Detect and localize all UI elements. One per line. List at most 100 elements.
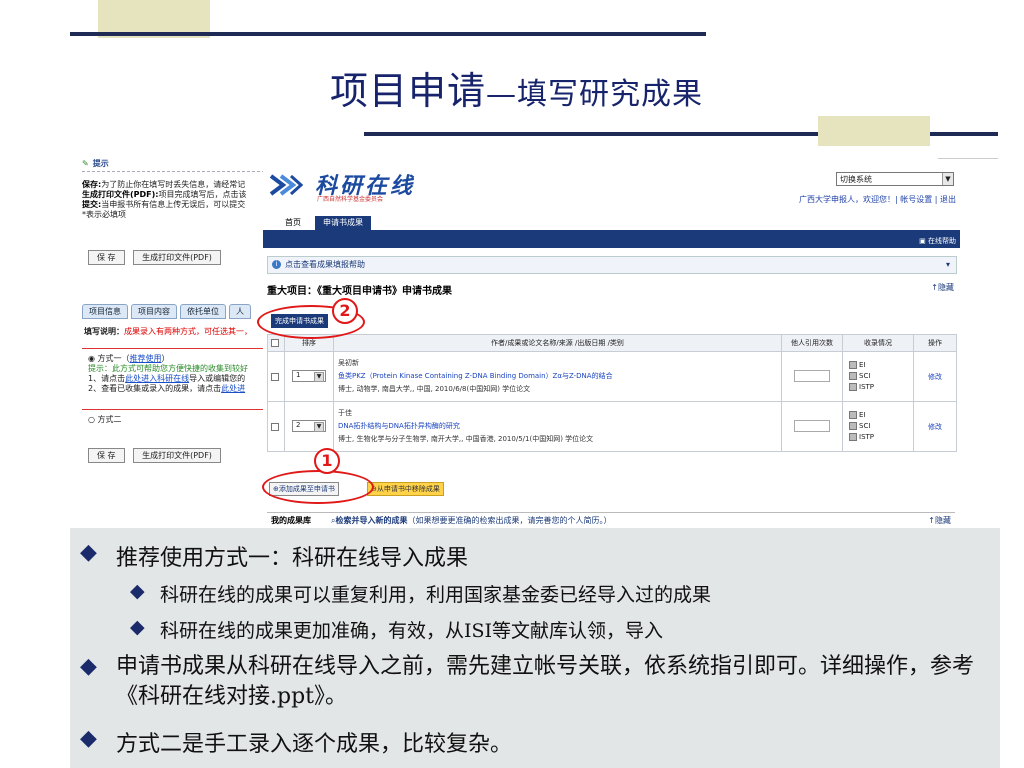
index-checkbox[interactable] xyxy=(849,422,857,430)
slide-title: 项目申请—填写研究成果 xyxy=(330,60,703,115)
index-checkbox[interactable] xyxy=(849,433,857,441)
tip-header: ✎ 提示 xyxy=(82,156,270,172)
diamond-icon: ◆ xyxy=(80,654,97,679)
tab-host-unit[interactable]: 依托单位 xyxy=(180,304,226,319)
header-title: 作者/成果或论文名称/来源 /出版日期 /类别 xyxy=(333,334,782,352)
deco-box-bottom-right xyxy=(818,116,930,146)
row-title-link[interactable]: DNA拓扑结构与DNA拓扑异构酶的研究 xyxy=(338,420,777,433)
tab-application-results[interactable]: 申请书成果 xyxy=(315,216,371,230)
order-select[interactable]: 1 ▼ xyxy=(292,369,326,382)
system-switch-select[interactable]: 切换系统 ▼ xyxy=(836,172,954,186)
table-row: 2 ▼ 于佳 DNA拓扑结构与DNA拓扑异构酶的研究 博士, 生物化学与分子生物学… xyxy=(267,401,957,452)
row-author: 吴初新 xyxy=(338,359,359,367)
view-results-link[interactable]: 此处进 xyxy=(221,384,245,393)
info-icon: i xyxy=(272,260,281,269)
method1-tip: 提示：此方式可帮助您方便快捷的收集到较好 xyxy=(88,364,248,373)
bullet-1-1: ◆ 科研在线的成果可以重复利用，利用国家基金委已经导入过的成果 xyxy=(130,580,712,606)
bullet-1-2: ◆ 科研在线的成果更加准确，有效，从ISI等文献库认领，导入 xyxy=(130,616,664,642)
tip-line: *表示必填项 xyxy=(82,210,126,219)
edit-link[interactable]: 修改 xyxy=(928,423,942,431)
chevron-down-icon: ▼ xyxy=(942,173,953,185)
help-bar[interactable]: i 点击查看成果填报帮助 ▾ xyxy=(267,256,957,274)
save-button[interactable]: 保 存 xyxy=(88,250,125,265)
nav-tabs: 首页 申请书成果 xyxy=(263,216,960,230)
user-line[interactable]: 广西大学申报人，欢迎您！| 帐号设置 | 退出 xyxy=(799,194,956,205)
fill-note: 填写说明：成果录入有两种方式，可任选其一， xyxy=(84,327,252,336)
table-header-row: 排序 作者/成果或论文名称/来源 /出版日期 /类别 他人引用次数 收录情况 操… xyxy=(267,334,957,352)
row-title-link[interactable]: 鱼类PKZ（Protein Kinase Containing Z-DNA Bi… xyxy=(338,370,777,383)
callout-ellipse-add xyxy=(262,470,374,504)
tab-project-content[interactable]: 项目内容 xyxy=(131,304,177,319)
results-library-bar: 我的成果库 ⌕检索并导入新的成果（如果想要更准确的检索出成果，请完善您的个人简历… xyxy=(267,512,955,528)
index-checkbox[interactable] xyxy=(849,372,857,380)
row-meta: 博士, 生物化学与分子生物学, 南开大学,, 中国香港, 2010/5/1(中国… xyxy=(338,435,594,443)
search-import-link[interactable]: ⌕检索并导入新的成果（如果想要更准确的检索出成果，请完善您的个人简历。） xyxy=(331,515,611,526)
index-checkbox[interactable] xyxy=(849,361,857,369)
button-row-top: 保 存 生成打印文件(PDF) xyxy=(88,250,227,265)
index-checkbox[interactable] xyxy=(849,411,857,419)
callout-badge-2: 2 xyxy=(332,298,358,324)
bullet-3: ◆ 方式二是手工录入逐个成果，比较复杂。 xyxy=(80,726,513,757)
deco-line-top xyxy=(70,32,706,36)
chevron-down-icon: ▾ xyxy=(945,260,950,269)
pdf-button-bottom[interactable]: 生成打印文件(PDF) xyxy=(133,448,221,463)
hide-link[interactable]: ↑隐藏 xyxy=(931,282,954,293)
logo-icon xyxy=(269,174,303,196)
lib-hide-link[interactable]: ↑隐藏 xyxy=(928,515,951,526)
select-all-header xyxy=(267,334,285,352)
tab-my-library[interactable]: 我的成果库 xyxy=(271,515,311,526)
button-row-bottom: 保 存 生成打印文件(PDF) xyxy=(88,448,227,463)
table-row: 1 ▼ 吴初新 鱼类PKZ（Protein Kinase Containing Z… xyxy=(267,351,957,402)
left-panel: ✎ 提示 保存:为了防止你在填写时丢失信息，请经常记 生成打印文件(PDF):项… xyxy=(82,156,270,528)
save-button-bottom[interactable]: 保 存 xyxy=(88,448,125,463)
method1: ◉ 方式一（推荐使用） 提示：此方式可帮助您方便快捷的收集到较好 1、请点击此处… xyxy=(88,354,248,393)
citation-input[interactable] xyxy=(794,369,830,382)
header: 科研在线 广西自然科学基金委员会 切换系统 ▼ 广西大学申报人，欢迎您！| 帐号设… xyxy=(263,160,960,218)
diamond-icon: ◆ xyxy=(80,726,97,751)
remove-results-button[interactable]: ⊖从申请书中移除成果 xyxy=(367,482,444,496)
citation-input[interactable] xyxy=(794,419,830,432)
row-meta: 博士, 动物学, 南昌大学,, 中国, 2010/6/8(中国知网) 学位论文 xyxy=(338,385,531,393)
tip-line: 提交:当申报书所有信息上传无误后，可以提交 xyxy=(82,200,246,209)
tip-header-label: 提示 xyxy=(92,159,109,168)
slide-title-main: 项目申请 xyxy=(330,69,487,113)
diamond-icon: ◆ xyxy=(80,540,97,565)
tab-home[interactable]: 首页 xyxy=(277,216,309,230)
row-checkbox[interactable] xyxy=(271,422,279,431)
tab-project-info[interactable]: 项目信息 xyxy=(82,304,128,319)
tab-people[interactable]: 人 xyxy=(229,304,251,319)
header-citations: 他人引用次数 xyxy=(781,334,843,352)
diamond-icon: ◆ xyxy=(130,580,145,602)
tip-line: 保存:为了防止你在填写时丢失信息，请经常记 xyxy=(82,180,246,189)
index-checkbox[interactable] xyxy=(849,383,857,391)
deco-line-right xyxy=(938,158,998,159)
radio-method1[interactable]: ◉ xyxy=(88,354,95,363)
online-help-link[interactable]: ▣ 在线帮助 xyxy=(919,236,956,246)
kyzx-window: 科研在线 广西自然科学基金委员会 切换系统 ▼ 广西大学申报人，欢迎您！| 帐号设… xyxy=(263,160,960,528)
select-all-checkbox[interactable] xyxy=(271,339,279,347)
logo-subtitle: 广西自然科学基金委员会 xyxy=(317,196,384,203)
header-index: 收录情况 xyxy=(842,334,914,352)
results-table: 排序 作者/成果或论文名称/来源 /出版日期 /类别 他人引用次数 收录情况 操… xyxy=(267,334,957,452)
row-author: 于佳 xyxy=(338,409,352,417)
row-checkbox[interactable] xyxy=(271,372,279,381)
slide-title-sub: —填写研究成果 xyxy=(486,77,704,112)
callout-badge-1: 1 xyxy=(314,448,340,474)
method2: ○ 方式二 xyxy=(88,415,122,424)
method1-recommend-link[interactable]: 推荐使用 xyxy=(130,354,162,363)
kyzx-link[interactable]: 此处进入科研在线 xyxy=(125,374,189,383)
edit-link[interactable]: 修改 xyxy=(928,373,942,381)
order-select[interactable]: 2 ▼ xyxy=(292,419,326,432)
header-action: 操作 xyxy=(913,334,957,352)
tip-line: 生成打印文件(PDF):项目完成填写后，点击该 xyxy=(82,190,247,199)
left-tabs: 项目信息 项目内容 依托单位 人 xyxy=(82,304,251,319)
pencil-icon: ✎ xyxy=(82,159,89,168)
pdf-button[interactable]: 生成打印文件(PDF) xyxy=(133,250,221,265)
bullet-1: ◆ 推荐使用方式一：科研在线导入成果 xyxy=(80,540,469,571)
radio-method2[interactable]: ○ xyxy=(88,415,95,424)
section-title: 重大项目：《重大项目申请书》申请书成果 xyxy=(267,286,452,297)
tip-body: 保存:为了防止你在填写时丢失信息，请经常记 生成打印文件(PDF):项目完成填写… xyxy=(82,180,270,220)
nav-bar xyxy=(263,230,960,248)
bullet-2: ◆ 申请书成果从科研在线导入之前，需先建立帐号关联，依系统指引即可。详细操作，参考… xyxy=(80,654,975,709)
diamond-icon: ◆ xyxy=(130,616,145,638)
